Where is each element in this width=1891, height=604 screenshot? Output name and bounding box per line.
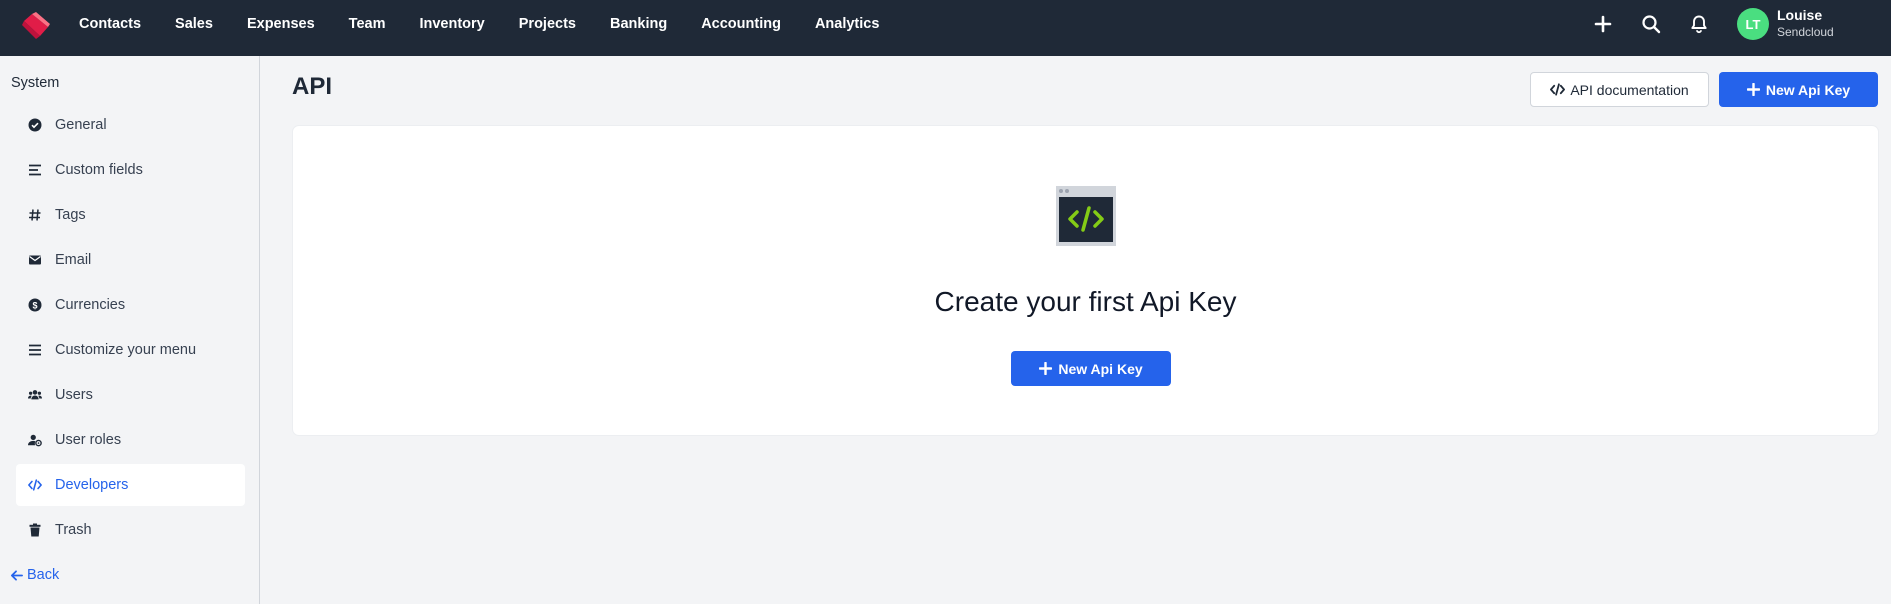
sidebar-item-currencies[interactable]: $ Currencies bbox=[16, 284, 245, 326]
top-navigation-bar: Contacts Sales Expenses Team Inventory P… bbox=[0, 0, 1891, 56]
sidebar-item-developers[interactable]: Developers bbox=[16, 464, 245, 506]
bell-icon[interactable] bbox=[1675, 0, 1723, 48]
sidebar-item-email[interactable]: Email bbox=[16, 239, 245, 281]
new-api-key-label: New Api Key bbox=[1765, 81, 1851, 98]
sidebar-item-label: User roles bbox=[55, 432, 122, 448]
sidebar-item-label: Developers bbox=[55, 477, 129, 493]
nav-expenses[interactable]: Expenses bbox=[247, 16, 315, 32]
sidebar-item-label: Users bbox=[55, 387, 93, 403]
users-icon bbox=[27, 387, 43, 403]
sidebar-item-label: Currencies bbox=[55, 297, 126, 313]
page-title: API bbox=[292, 73, 333, 100]
nav-team[interactable]: Team bbox=[349, 16, 386, 32]
new-api-key-center-button[interactable]: New Api Key bbox=[1011, 351, 1171, 386]
nav-contacts[interactable]: Contacts bbox=[79, 16, 141, 32]
sidebar-item-customize-menu[interactable]: Customize your menu bbox=[16, 329, 245, 371]
plus-icon bbox=[1746, 83, 1760, 96]
nav-sales[interactable]: Sales bbox=[175, 16, 213, 32]
svg-text:$: $ bbox=[32, 300, 37, 310]
user-cog-icon bbox=[27, 432, 43, 448]
nav-inventory[interactable]: Inventory bbox=[419, 16, 484, 32]
code-icon bbox=[27, 477, 43, 493]
new-api-key-center-label: New Api Key bbox=[1058, 360, 1143, 377]
sidebar-title: System bbox=[11, 75, 60, 91]
sidebar-item-user-roles[interactable]: User roles bbox=[16, 419, 245, 461]
sidebar-item-label: Email bbox=[55, 252, 92, 268]
lines-icon bbox=[27, 162, 43, 178]
nav-accounting[interactable]: Accounting bbox=[701, 16, 781, 32]
check-circle-icon bbox=[27, 117, 43, 133]
nav-analytics[interactable]: Analytics bbox=[815, 16, 879, 32]
nav-projects[interactable]: Projects bbox=[519, 16, 576, 32]
nav-banking[interactable]: Banking bbox=[610, 16, 667, 32]
sidebar-item-label: Tags bbox=[55, 207, 86, 223]
new-api-key-button[interactable]: New Api Key bbox=[1719, 72, 1878, 107]
plus-icon[interactable] bbox=[1579, 0, 1627, 48]
code-window-icon bbox=[1056, 186, 1116, 246]
back-link[interactable]: Back bbox=[10, 567, 59, 583]
sidebar-item-general[interactable]: General bbox=[16, 104, 245, 146]
user-name: Louise bbox=[1777, 7, 1823, 23]
user-menu[interactable]: LT Louise Sendcloud bbox=[1737, 7, 1891, 41]
sidebar-item-custom-fields[interactable]: Custom fields bbox=[16, 149, 245, 191]
top-actions: LT Louise Sendcloud bbox=[1579, 0, 1891, 48]
empty-state-card bbox=[293, 126, 1878, 435]
empty-state-title: Create your first Api Key bbox=[934, 286, 1237, 317]
trash-icon bbox=[27, 522, 43, 538]
hashtag-icon bbox=[27, 207, 43, 223]
sidebar-item-users[interactable]: Users bbox=[16, 374, 245, 416]
search-icon[interactable] bbox=[1627, 0, 1675, 48]
settings-sidebar: System General Custom fields Tags Email … bbox=[0, 56, 260, 604]
sidebar-item-label: General bbox=[55, 117, 107, 133]
dollar-circle-icon: $ bbox=[27, 297, 43, 313]
api-documentation-button[interactable]: API documentation bbox=[1530, 72, 1709, 107]
api-documentation-label: API documentation bbox=[1570, 81, 1689, 98]
plus-icon bbox=[1039, 362, 1053, 375]
sidebar-item-label: Trash bbox=[55, 522, 92, 538]
sidebar-item-tags[interactable]: Tags bbox=[16, 194, 245, 236]
sidebar-item-label: Customize your menu bbox=[55, 342, 197, 358]
app-logo[interactable] bbox=[22, 12, 50, 40]
main-nav: Contacts Sales Expenses Team Inventory P… bbox=[62, 0, 896, 48]
avatar: LT bbox=[1737, 8, 1769, 40]
arrow-left-icon bbox=[10, 569, 23, 581]
menu-icon bbox=[27, 342, 43, 358]
user-company: Sendcloud bbox=[1777, 25, 1834, 39]
back-label: Back bbox=[27, 567, 60, 583]
sidebar-item-trash[interactable]: Trash bbox=[16, 509, 245, 551]
envelope-icon bbox=[27, 252, 43, 268]
sidebar-item-label: Custom fields bbox=[55, 162, 143, 178]
code-icon bbox=[1550, 83, 1566, 96]
